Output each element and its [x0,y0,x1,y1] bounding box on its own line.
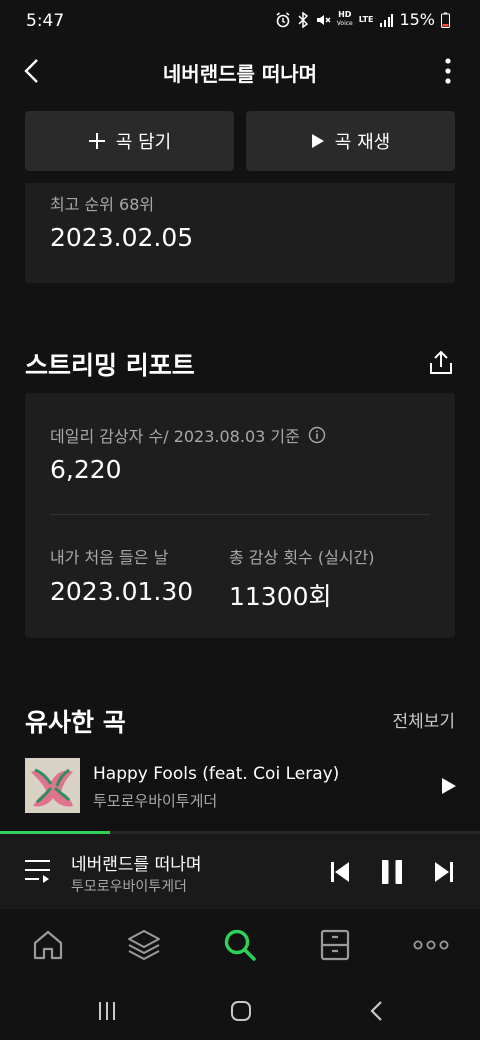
total-plays-label: 총 감상 횟수 (실시간) [229,548,375,567]
layers-icon [128,930,160,960]
battery-icon [441,12,450,28]
skip-previous-icon [331,862,349,882]
song-title: Happy Fools (feat. Coi Leray) [93,764,340,784]
signal-icon [379,13,394,27]
alarm-icon [275,11,291,28]
share-button[interactable] [428,350,454,376]
share-icon [430,350,452,374]
daily-listeners-row: 데일리 감상자 수/ 2023.08.03 기준 [50,423,326,447]
streaming-report-card: 데일리 감상자 수/ 2023.08.03 기준 6,220 내가 처음 들은 … [25,393,455,638]
add-song-label: 곡 담기 [115,132,172,153]
first-listen-label: 내가 처음 들은 날 [50,548,169,567]
nav-library[interactable] [320,929,350,961]
bluetooth-icon [297,11,309,28]
nav-search[interactable] [223,928,257,962]
daily-listeners-label: 데일리 감상자 수/ 2023.08.03 기준 [50,427,300,446]
play-icon [311,134,324,148]
battery-percent: 15% [399,10,435,29]
more-button[interactable] [442,57,454,85]
play-song-label: 곡 재생 [334,132,391,153]
pause-button[interactable] [381,859,403,885]
search-icon [224,929,256,961]
home-icon [33,930,63,960]
pause-icon [382,860,402,884]
hd-voice-indicator: HD Voice [337,11,353,28]
play-song-button[interactable]: 곡 재생 [246,111,455,171]
playlist-button[interactable] [24,858,52,884]
lte-indicator: LTE [358,14,374,24]
horizontal-dots-icon [413,940,449,950]
song-artist: 투모로우바이투게더 [93,792,218,810]
total-plays-value: 11300회 [229,582,332,611]
bottom-navigation [0,909,480,979]
skip-next-icon [435,862,453,882]
view-all-link[interactable]: 전체보기 [392,707,455,732]
similar-songs-title: 유사한 곡 [25,708,126,737]
now-playing-title: 네버랜드를 떠나며 [71,855,202,875]
nav-home[interactable] [32,929,64,961]
chart-info-card: 최고 순위 68위 2023.02.05 [25,183,455,283]
drawer-icon [320,929,350,961]
previous-button[interactable] [330,861,350,883]
vertical-dots-icon [445,58,451,84]
play-icon [442,778,456,794]
nav-more[interactable] [413,940,449,950]
home-circle-icon [231,1001,251,1021]
streaming-report-title: 스트리밍 리포트 [25,351,195,380]
album-art [25,758,80,813]
nav-browse[interactable] [127,929,161,961]
card-divider [50,514,430,515]
plus-icon [88,133,105,149]
hd-label: HD [338,10,352,19]
queue-list-icon [25,860,50,883]
recent-apps-button[interactable] [97,1001,117,1021]
back-system-button[interactable] [368,1000,384,1022]
peak-rank-label: 최고 순위 68위 [50,195,155,214]
next-button[interactable] [434,861,454,883]
daily-listeners-value: 6,220 [50,455,122,484]
first-listen-value: 2023.01.30 [50,577,194,606]
now-playing-artist: 투모로우바이투게더 [71,879,187,895]
peak-rank-date: 2023.02.05 [50,223,194,252]
mute-icon [315,12,331,28]
info-icon[interactable] [308,426,326,444]
back-arrow-icon [370,1001,382,1021]
system-navigation-bar [0,979,480,1040]
similar-song-row[interactable]: Happy Fools (feat. Coi Leray) 투모로우바이투게더 [0,755,480,817]
home-system-button[interactable] [230,1000,252,1022]
song-play-button[interactable] [441,777,457,795]
voice-label: Voice [336,20,353,27]
mini-player[interactable]: 네버랜드를 떠나며 투모로우바이투게더 [0,834,480,909]
status-time: 5:47 [26,11,65,31]
status-icons: HD Voice LTE 15% [275,10,450,29]
recent-apps-icon [99,1002,115,1020]
status-bar: 5:47 HD Voice LTE 15% [0,0,480,44]
add-song-button[interactable]: 곡 담기 [25,111,234,171]
page-title: 네버랜드를 떠나며 [162,62,318,86]
